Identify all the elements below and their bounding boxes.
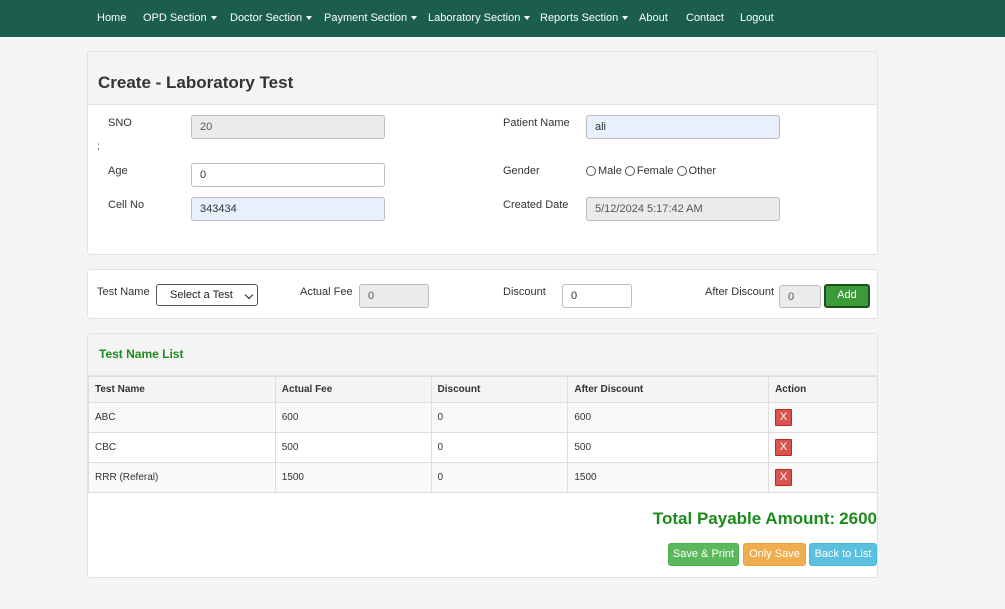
delete-row-button[interactable]: X	[775, 409, 793, 426]
cell-test-name: ABC	[88, 402, 276, 433]
cell-discount: 0	[430, 432, 569, 463]
col-header-actual-fee: Actual Fee	[274, 376, 432, 403]
nav-label: Reports Section	[540, 12, 619, 24]
cell-no-label: Cell No	[108, 199, 145, 211]
add-test-button[interactable]: Add	[824, 284, 870, 308]
cell-no-field[interactable]: 343434	[191, 197, 385, 221]
sno-field[interactable]: 20	[191, 115, 385, 139]
caret-down-icon	[411, 16, 418, 21]
test-list-panel: Test Name List Test Name Actual Fee Disc…	[87, 333, 878, 578]
sno-label: SNO	[108, 117, 132, 129]
nav-laboratory-section[interactable]: Laboratory Section	[428, 12, 531, 24]
created-date-field[interactable]: 5/12/2024 5:17:42 AM	[586, 197, 780, 221]
nav-logout[interactable]: Logout	[740, 12, 774, 24]
nav-label: About	[639, 12, 668, 24]
chevron-down-icon	[244, 290, 254, 300]
table-row: ABC 600 0 600 X	[88, 402, 878, 433]
gender-radio-group: Male Female Other	[586, 165, 719, 177]
actual-fee-field[interactable]: 0	[359, 284, 429, 308]
nav-opd-section[interactable]: OPD Section	[143, 12, 217, 24]
nav-label: Doctor Section	[230, 12, 303, 24]
table-row: CBC 500 0 500 X	[88, 432, 878, 463]
lab-test-form-panel: Create - Laboratory Test SNO 20 ; Patien…	[87, 51, 878, 255]
nav-reports-section[interactable]: Reports Section	[540, 12, 629, 24]
table-row: RRR (Referal) 1500 0 1500 X	[88, 462, 878, 493]
caret-down-icon	[622, 16, 629, 21]
cell-actual-fee: 600	[274, 402, 432, 433]
gender-female-radio[interactable]	[624, 166, 635, 176]
cell-test-name: CBC	[88, 432, 276, 463]
discount-field[interactable]: 0	[562, 284, 632, 308]
form-panel-header: Create - Laboratory Test	[88, 52, 877, 105]
gender-label: Gender	[503, 165, 540, 177]
caret-down-icon	[210, 16, 217, 21]
cell-after-discount: 500	[567, 432, 770, 463]
after-discount-field[interactable]: 0	[779, 285, 821, 308]
cell-action: X	[768, 402, 878, 433]
age-field[interactable]: 0	[191, 163, 385, 187]
nav-label: Logout	[740, 12, 774, 24]
test-name-label: Test Name	[97, 286, 150, 298]
top-navbar: Home OPD Section Doctor Section Payment …	[0, 0, 1005, 37]
save-print-button[interactable]: Save & Print	[668, 543, 739, 566]
cell-discount: 0	[430, 402, 569, 433]
total-payable: Total Payable Amount: 2600	[653, 509, 877, 529]
delete-row-button[interactable]: X	[775, 469, 793, 486]
test-select-value: Select a Test	[170, 289, 233, 301]
total-payable-amount: 2600	[839, 509, 877, 528]
test-entry-panel: Test Name Select a Test Actual Fee 0 Dis…	[87, 269, 878, 319]
cell-action: X	[768, 462, 878, 493]
nav-doctor-section[interactable]: Doctor Section	[230, 12, 313, 24]
cell-test-name: RRR (Referal)	[88, 462, 276, 493]
cell-actual-fee: 1500	[274, 462, 432, 493]
col-header-after-discount: After Discount	[567, 376, 770, 403]
actual-fee-label: Actual Fee	[300, 286, 353, 298]
nav-label: Home	[97, 12, 127, 24]
nav-label: Payment Section	[324, 12, 408, 24]
gender-male-label: Male	[598, 165, 622, 177]
nav-label: Laboratory Section	[428, 12, 521, 24]
nav-home[interactable]: Home	[97, 12, 126, 24]
cell-after-discount: 600	[567, 402, 770, 433]
col-header-discount: Discount	[430, 376, 569, 403]
page-title: Create - Laboratory Test	[98, 73, 294, 92]
caret-down-icon	[524, 16, 531, 21]
stray-separator: ;	[97, 141, 100, 152]
gender-male-radio[interactable]	[586, 166, 596, 176]
gender-female-label: Female	[636, 165, 674, 177]
cell-after-discount: 1500	[567, 462, 770, 493]
nav-label: OPD Section	[143, 12, 207, 24]
nav-label: Contact	[686, 12, 724, 24]
cell-discount: 0	[430, 462, 569, 493]
test-list-table: Test Name Actual Fee Discount After Disc…	[88, 376, 878, 493]
gender-other-radio[interactable]	[676, 166, 687, 176]
table-header-row: Test Name Actual Fee Discount After Disc…	[88, 376, 878, 403]
delete-row-button[interactable]: X	[775, 439, 793, 456]
only-save-button[interactable]: Only Save	[743, 543, 806, 566]
nav-payment-section[interactable]: Payment Section	[324, 12, 418, 24]
cell-action: X	[768, 432, 878, 463]
patient-name-field[interactable]: ali	[586, 115, 780, 139]
col-header-action: Action	[768, 376, 878, 403]
test-name-select[interactable]: Select a Test	[156, 284, 258, 306]
caret-down-icon	[306, 16, 313, 21]
cell-actual-fee: 500	[274, 432, 432, 463]
nav-about[interactable]: About	[639, 12, 668, 24]
total-payable-label: Total Payable Amount:	[652, 509, 836, 528]
col-header-test-name: Test Name	[88, 376, 276, 403]
nav-contact[interactable]: Contact	[686, 12, 724, 24]
back-to-list-button[interactable]: Back to List	[809, 543, 877, 566]
patient-name-label: Patient Name	[503, 117, 570, 129]
test-list-header: Test Name List	[88, 334, 877, 376]
discount-label: Discount	[503, 286, 546, 298]
gender-other-label: Other	[688, 165, 717, 177]
created-date-label: Created Date	[503, 199, 569, 211]
after-discount-label: After Discount	[705, 286, 775, 298]
test-list-title: Test Name List	[99, 347, 184, 361]
age-label: Age	[108, 165, 128, 177]
